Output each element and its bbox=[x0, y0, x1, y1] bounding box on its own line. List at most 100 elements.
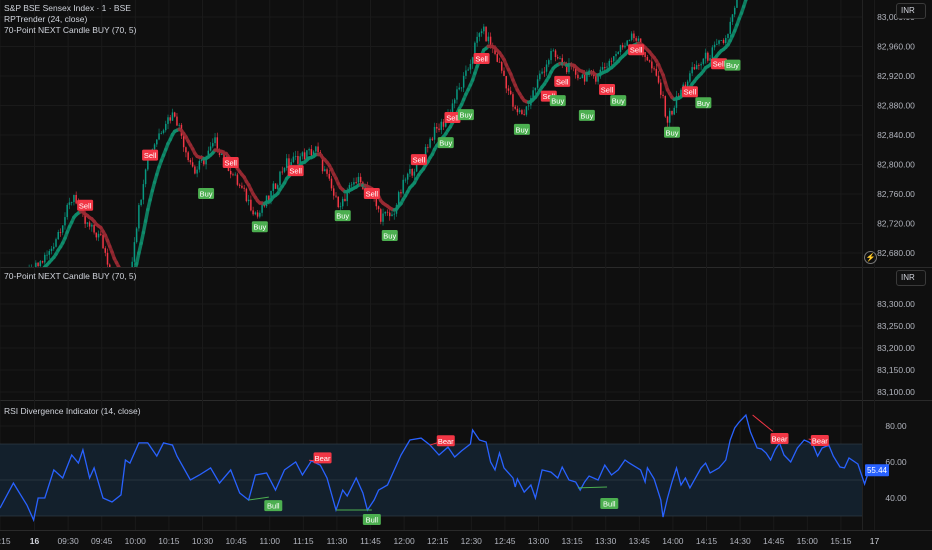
candle-body bbox=[243, 187, 245, 189]
candle-body bbox=[247, 199, 250, 202]
candle-body bbox=[689, 73, 691, 82]
candle-body bbox=[615, 53, 617, 57]
candle-body bbox=[626, 40, 628, 46]
candle-body bbox=[541, 71, 543, 74]
bull-label: Bull bbox=[603, 499, 616, 508]
candle-body bbox=[583, 74, 586, 82]
candle-body bbox=[633, 33, 635, 39]
candle-body bbox=[86, 222, 89, 224]
candle-body bbox=[229, 170, 232, 175]
candle-body bbox=[453, 99, 456, 104]
candle-body bbox=[731, 14, 734, 22]
indicator-rptrender-label[interactable]: RPTrender (24, close) bbox=[4, 14, 136, 25]
candle-body bbox=[162, 130, 165, 133]
candle-body bbox=[191, 162, 194, 167]
candle-body bbox=[46, 254, 48, 256]
candle-body bbox=[709, 58, 711, 61]
candle-body bbox=[442, 121, 445, 127]
candle-body bbox=[93, 224, 95, 233]
candle-body bbox=[725, 37, 727, 44]
candle-body bbox=[357, 176, 360, 183]
sell-signal-label: Sell bbox=[599, 84, 616, 96]
candle-body bbox=[597, 76, 599, 82]
candle-body bbox=[577, 74, 579, 79]
candle-body bbox=[644, 52, 646, 58]
candle-body bbox=[604, 67, 606, 68]
candle-body bbox=[185, 147, 187, 153]
candle-body bbox=[138, 205, 140, 229]
buy-signal-label: Buy bbox=[457, 109, 474, 121]
candle-body bbox=[189, 160, 192, 163]
price-tick-label: 82,960.00 bbox=[877, 42, 915, 52]
indicator-candle-buy-label[interactable]: 70-Point NEXT Candle BUY (70, 5) bbox=[4, 25, 136, 36]
candle-body bbox=[377, 206, 380, 210]
candle-body bbox=[70, 202, 73, 203]
candle-body bbox=[548, 60, 550, 65]
time-tick-label: 10:00 bbox=[125, 536, 147, 546]
signal-text: Sell bbox=[630, 46, 643, 55]
candle-body bbox=[297, 155, 299, 164]
candle-body bbox=[624, 45, 626, 48]
candle-body bbox=[458, 87, 460, 90]
chart-canvas[interactable]: 15:15 16 09:30 09:45 10:00 10:15 10:30 10:45 11:… bbox=[0, 0, 932, 550]
candle-body bbox=[290, 162, 292, 166]
candle-body bbox=[733, 7, 736, 15]
time-tick-label: 11:30 bbox=[327, 536, 348, 546]
candle-body bbox=[427, 146, 429, 148]
candle-body bbox=[386, 211, 389, 213]
candle-body bbox=[37, 262, 39, 267]
buy-signal-label: Buy bbox=[381, 230, 398, 242]
candle-body bbox=[653, 68, 655, 70]
candle-body bbox=[671, 110, 673, 115]
time-tick-label: 09:45 bbox=[91, 536, 113, 546]
signal-text: Sell bbox=[366, 190, 379, 199]
signal-text: Sell bbox=[289, 167, 302, 176]
candle-body bbox=[554, 50, 557, 58]
signal-text: Sell bbox=[224, 159, 237, 168]
signal-text: Sell bbox=[446, 114, 459, 123]
price-tick-label: 83,150.00 bbox=[877, 365, 915, 375]
candle-body bbox=[619, 45, 622, 53]
candle-body bbox=[539, 73, 541, 80]
candle-body bbox=[637, 38, 640, 41]
buy-signal-label: Buy bbox=[724, 59, 741, 71]
candle-body bbox=[480, 31, 483, 34]
buy-signal-label: Buy bbox=[198, 188, 215, 199]
candle-body bbox=[337, 196, 339, 208]
time-tick-label: 12:30 bbox=[461, 536, 483, 546]
candle-body bbox=[485, 26, 487, 42]
candle-body bbox=[695, 65, 698, 70]
candle-body bbox=[187, 152, 189, 161]
lightning-icon[interactable]: ⚡ bbox=[864, 251, 877, 264]
currency-button-pane2[interactable]: INR bbox=[896, 270, 926, 286]
candle-body bbox=[543, 71, 546, 73]
pane2-title[interactable]: 70-Point NEXT Candle BUY (70, 5) bbox=[4, 271, 136, 282]
sell-signal-label: Sell bbox=[77, 199, 94, 211]
symbol-title[interactable]: S&P BSE Sensex Index · 1 · BSE bbox=[4, 3, 136, 14]
time-tick-label: 10:45 bbox=[225, 536, 247, 546]
time-tick-label: 15:15 bbox=[0, 536, 11, 546]
candle-body bbox=[514, 106, 516, 109]
currency-button-main[interactable]: INR bbox=[896, 3, 926, 19]
time-tick-label: 12:15 bbox=[427, 536, 449, 546]
candle-body bbox=[288, 158, 290, 166]
candle-body bbox=[402, 179, 404, 194]
signal-text: Buy bbox=[336, 212, 349, 221]
candle-body bbox=[212, 143, 214, 147]
time-tick-label: 13:00 bbox=[528, 536, 550, 546]
candle-body bbox=[536, 79, 539, 88]
candle-body bbox=[503, 70, 505, 77]
candle-body bbox=[165, 123, 167, 131]
candle-body bbox=[142, 184, 145, 200]
candle-body bbox=[581, 74, 584, 79]
signal-text: Buy bbox=[551, 97, 564, 106]
rsi-pane-title[interactable]: RSI Divergence Indicator (14, close) bbox=[4, 406, 141, 417]
price-tick-label: 83,250.00 bbox=[877, 321, 915, 331]
candle-body bbox=[133, 242, 136, 262]
price-tick-label: 80.00 bbox=[885, 421, 907, 431]
candle-body bbox=[465, 70, 467, 76]
candle-body bbox=[350, 184, 353, 186]
candle-body bbox=[194, 166, 196, 174]
candle-body bbox=[595, 76, 597, 82]
candle-body bbox=[476, 36, 478, 43]
